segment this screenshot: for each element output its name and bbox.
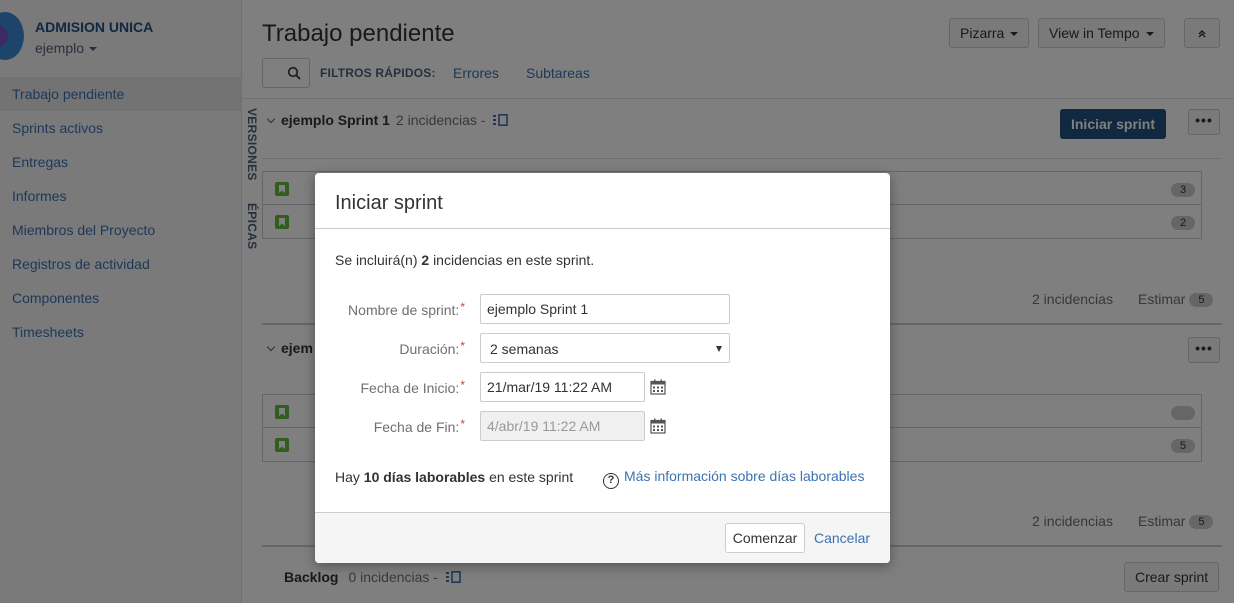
work-days-count: 10 días laborables (363, 469, 486, 485)
end-date-label-text: Fecha de Fin: (373, 419, 460, 435)
work-suffix: en este sprint (489, 469, 574, 485)
intro-count: 2 (421, 252, 430, 268)
start-sprint-dialog: Iniciar sprint Se incluirá(n) 2 incidenc… (315, 173, 890, 563)
duration-value: 2 semanas (490, 341, 559, 357)
dialog-title: Iniciar sprint (315, 173, 890, 229)
work-prefix: Hay (335, 469, 360, 485)
cancel-link[interactable]: Cancelar (814, 530, 870, 546)
sprint-name-label-text: Nombre de sprint: (348, 302, 460, 318)
required-mark: * (460, 300, 465, 314)
dialog-body: Se incluirá(n) 2 incidencias en este spr… (315, 229, 890, 513)
sprint-name-input[interactable]: ejemplo Sprint 1 (480, 294, 730, 324)
required-mark: * (460, 417, 465, 431)
duration-label: Duración:* (315, 339, 465, 357)
dropdown-arrow-icon (716, 346, 722, 352)
start-date-label-text: Fecha de Inicio: (360, 380, 460, 396)
sprint-name-label: Nombre de sprint:* (315, 300, 465, 318)
duration-label-text: Duración: (399, 341, 460, 357)
start-button[interactable]: Comenzar (725, 523, 805, 553)
calendar-icon[interactable] (650, 379, 666, 395)
intro-prefix: Se incluirá(n) (335, 252, 418, 268)
start-date-label: Fecha de Inicio:* (315, 378, 465, 396)
intro-suffix: incidencias en este sprint. (433, 252, 595, 268)
end-date-input: 4/abr/19 11:22 AM (480, 411, 645, 441)
dialog-intro: Se incluirá(n) 2 incidencias en este spr… (335, 252, 594, 268)
help-icon: ? (603, 473, 619, 489)
calendar-icon[interactable] (650, 418, 666, 434)
dialog-footer: Comenzar Cancelar (315, 512, 890, 563)
help-link-text: Más información sobre días laborables (624, 468, 865, 484)
working-days-help-link[interactable]: ? Más información sobre días laborables (603, 468, 864, 489)
duration-select[interactable]: 2 semanas (480, 333, 730, 363)
working-days-text: Hay 10 días laborables en este sprint (335, 469, 573, 485)
required-mark: * (460, 339, 465, 353)
start-date-input[interactable]: 21/mar/19 11:22 AM (480, 372, 645, 402)
required-mark: * (460, 378, 465, 392)
end-date-label: Fecha de Fin:* (315, 417, 465, 435)
